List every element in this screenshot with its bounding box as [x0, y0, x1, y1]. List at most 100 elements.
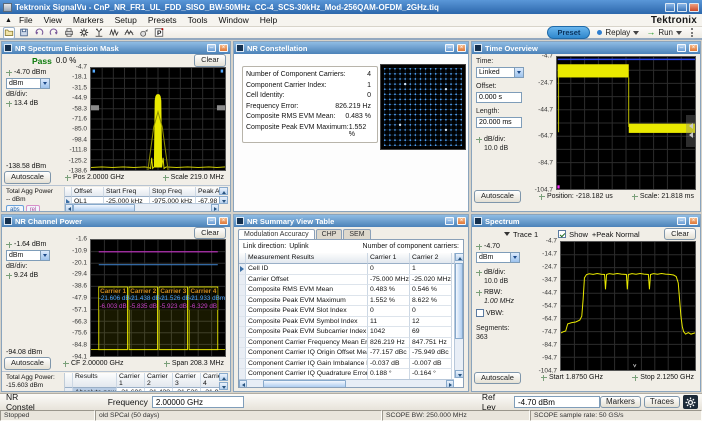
scroll-down-icon[interactable]	[455, 370, 464, 378]
chp-chart[interactable]: Carrier 1-21.606 dBm-6.003 dBCarrier 2-2…	[90, 239, 226, 357]
spinner-icon[interactable]	[6, 273, 12, 279]
spinner-icon[interactable]	[65, 175, 71, 181]
sem-rel-button[interactable]: rel	[26, 205, 41, 211]
table-header-cell[interactable]: Carrier 3	[173, 373, 201, 388]
table-header-cell[interactable]: Start Freq	[104, 187, 150, 197]
scroll-left-icon[interactable]	[65, 204, 73, 211]
time-overview-titlebar[interactable]: Time Overview – ×	[472, 42, 700, 54]
traces-button[interactable]: Traces	[644, 396, 680, 409]
constellation-titlebar[interactable]: NR Constellation – ×	[234, 42, 468, 54]
sem-table-vscroll[interactable]	[219, 187, 228, 204]
menu-item-help[interactable]: Help	[260, 15, 277, 25]
ref-level-input[interactable]	[514, 396, 600, 408]
table-row[interactable]: Composite RMS EVM Mean0.483 %0.546 %	[239, 285, 454, 296]
settings-gear-icon[interactable]	[683, 395, 698, 409]
table-header-cell[interactable]: Carrier 4	[201, 373, 219, 388]
menu-item-file[interactable]: File	[19, 15, 33, 25]
trace-icon[interactable]	[123, 27, 135, 39]
tab-modulation-accuracy[interactable]: Modulation Accuracy	[238, 229, 315, 239]
spinner-icon[interactable]	[6, 101, 12, 107]
scroll-right-icon[interactable]	[211, 204, 219, 211]
menu-item-presets[interactable]: Presets	[148, 15, 177, 25]
sem-dbdiv-value[interactable]: 13.4 dB	[6, 100, 62, 107]
sem-autoscale-button[interactable]: Autoscale	[4, 171, 51, 183]
replay-button[interactable]: Replay	[597, 28, 639, 37]
spectrum-rbw-field[interactable]: RBW:	[476, 289, 532, 296]
scroll-up-icon[interactable]	[219, 187, 228, 195]
sem-scale-field[interactable]: Scale 219.0 MHz	[163, 174, 224, 181]
spectrum-autoscale-button[interactable]: Autoscale	[474, 372, 521, 384]
table-header-cell[interactable]: Results	[73, 373, 117, 388]
touch-icon[interactable]	[138, 27, 150, 39]
show-checkbox-row[interactable]: Show	[558, 230, 588, 239]
table-row[interactable]: Carrier Offset-75.000 MHz-25.020 MHz	[239, 275, 454, 286]
spinner-icon[interactable]	[6, 242, 12, 248]
close-icon[interactable]: ×	[689, 44, 698, 52]
table-header-cell[interactable]: Carrier 2	[145, 373, 173, 388]
table-row[interactable]: Composite Peak EVM Maximum1.552 %8.622 %	[239, 296, 454, 307]
spinner-icon[interactable]	[632, 375, 638, 381]
dropdown-caret-icon[interactable]	[40, 79, 49, 88]
open-file-icon[interactable]	[3, 27, 15, 39]
sem-unit-select[interactable]: dBm	[6, 78, 50, 89]
table-header-cell[interactable]: Stop Freq	[150, 187, 196, 197]
spectrum-titlebar[interactable]: Spectrum – ×	[472, 215, 700, 227]
menu-item-setup[interactable]: Setup	[115, 15, 137, 25]
sem-titlebar[interactable]: NR Spectrum Emission Mask – ×	[2, 42, 230, 54]
table-header-cell[interactable]: Carrier 2	[410, 253, 452, 264]
minimize-icon[interactable]: –	[445, 217, 454, 225]
dropdown-caret-icon[interactable]	[510, 253, 519, 262]
time-position-field[interactable]: Position: -218.182 us	[539, 193, 613, 200]
settings-icon[interactable]	[78, 27, 90, 39]
frequency-input[interactable]	[152, 396, 244, 408]
close-icon[interactable]: ×	[457, 44, 466, 52]
table-row[interactable]: Component Carrier IQ Gain Imbalance Mean…	[239, 359, 454, 370]
sem-clear-button[interactable]: Clear	[194, 54, 226, 66]
spinner-icon[interactable]	[541, 375, 547, 381]
close-icon[interactable]: ×	[219, 44, 228, 52]
time-scale-field[interactable]: Scale: 21.818 ms	[632, 193, 694, 200]
spectrum-dbdiv-field[interactable]: dB/div:	[476, 269, 532, 276]
chp-table-vscroll[interactable]	[219, 373, 228, 390]
chp-clear-button[interactable]: Clear	[194, 227, 226, 239]
scroll-down-icon[interactable]	[219, 382, 228, 390]
time-select[interactable]: Linked	[476, 67, 524, 78]
print-icon[interactable]	[63, 27, 75, 39]
summary-vscroll[interactable]	[454, 253, 463, 378]
app-menu-icon[interactable]: ▲	[5, 17, 12, 24]
tab-sem[interactable]: SEM	[343, 229, 370, 239]
tab-chp[interactable]: CHP	[316, 229, 343, 239]
spinner-icon[interactable]	[476, 244, 482, 250]
table-row[interactable]: Composite Peak EVM Symbol Index1112	[239, 317, 454, 328]
scroll-down-icon[interactable]	[219, 196, 228, 204]
scroll-left-icon[interactable]	[239, 380, 247, 388]
offset-input[interactable]	[476, 92, 522, 103]
close-icon[interactable]: ×	[689, 217, 698, 225]
window-minimize-button[interactable]	[665, 3, 675, 12]
show-checkbox[interactable]	[558, 230, 566, 238]
markers-button[interactable]: Markers	[600, 396, 641, 409]
spinner-icon[interactable]	[476, 137, 482, 143]
sem-abs-button[interactable]: abs	[6, 205, 24, 211]
table-header-cell[interactable]: Offset	[72, 187, 104, 197]
chp-unit-select[interactable]: dBm	[6, 250, 50, 261]
spinner-icon[interactable]	[163, 175, 169, 181]
undo-icon[interactable]	[33, 27, 45, 39]
menu-item-view[interactable]: View	[44, 15, 62, 25]
spinner-icon[interactable]	[164, 361, 170, 367]
vbw-checkbox-row[interactable]: VBW:	[476, 309, 532, 317]
scroll-right-icon[interactable]	[446, 380, 454, 388]
scroll-up-icon[interactable]	[219, 373, 228, 381]
summary-titlebar[interactable]: NR Summary View Table – ×	[234, 215, 468, 227]
chp-span-field[interactable]: Span 208.3 MHz	[164, 360, 224, 367]
sem-chart[interactable]	[90, 67, 226, 171]
channel-power-titlebar[interactable]: NR Channel Power – ×	[2, 215, 230, 227]
table-header-cell[interactable]: Carrier 1	[117, 373, 145, 388]
length-input[interactable]	[476, 117, 522, 128]
time-overview-chart[interactable]	[556, 56, 696, 190]
spinner-icon[interactable]	[63, 361, 69, 367]
sem-ref-level[interactable]: -4.70 dBm	[6, 69, 62, 76]
minimize-icon[interactable]: –	[677, 217, 686, 225]
table-row[interactable]: Component Carrier Frequency Mean Error82…	[239, 338, 454, 349]
redo-icon[interactable]	[48, 27, 60, 39]
